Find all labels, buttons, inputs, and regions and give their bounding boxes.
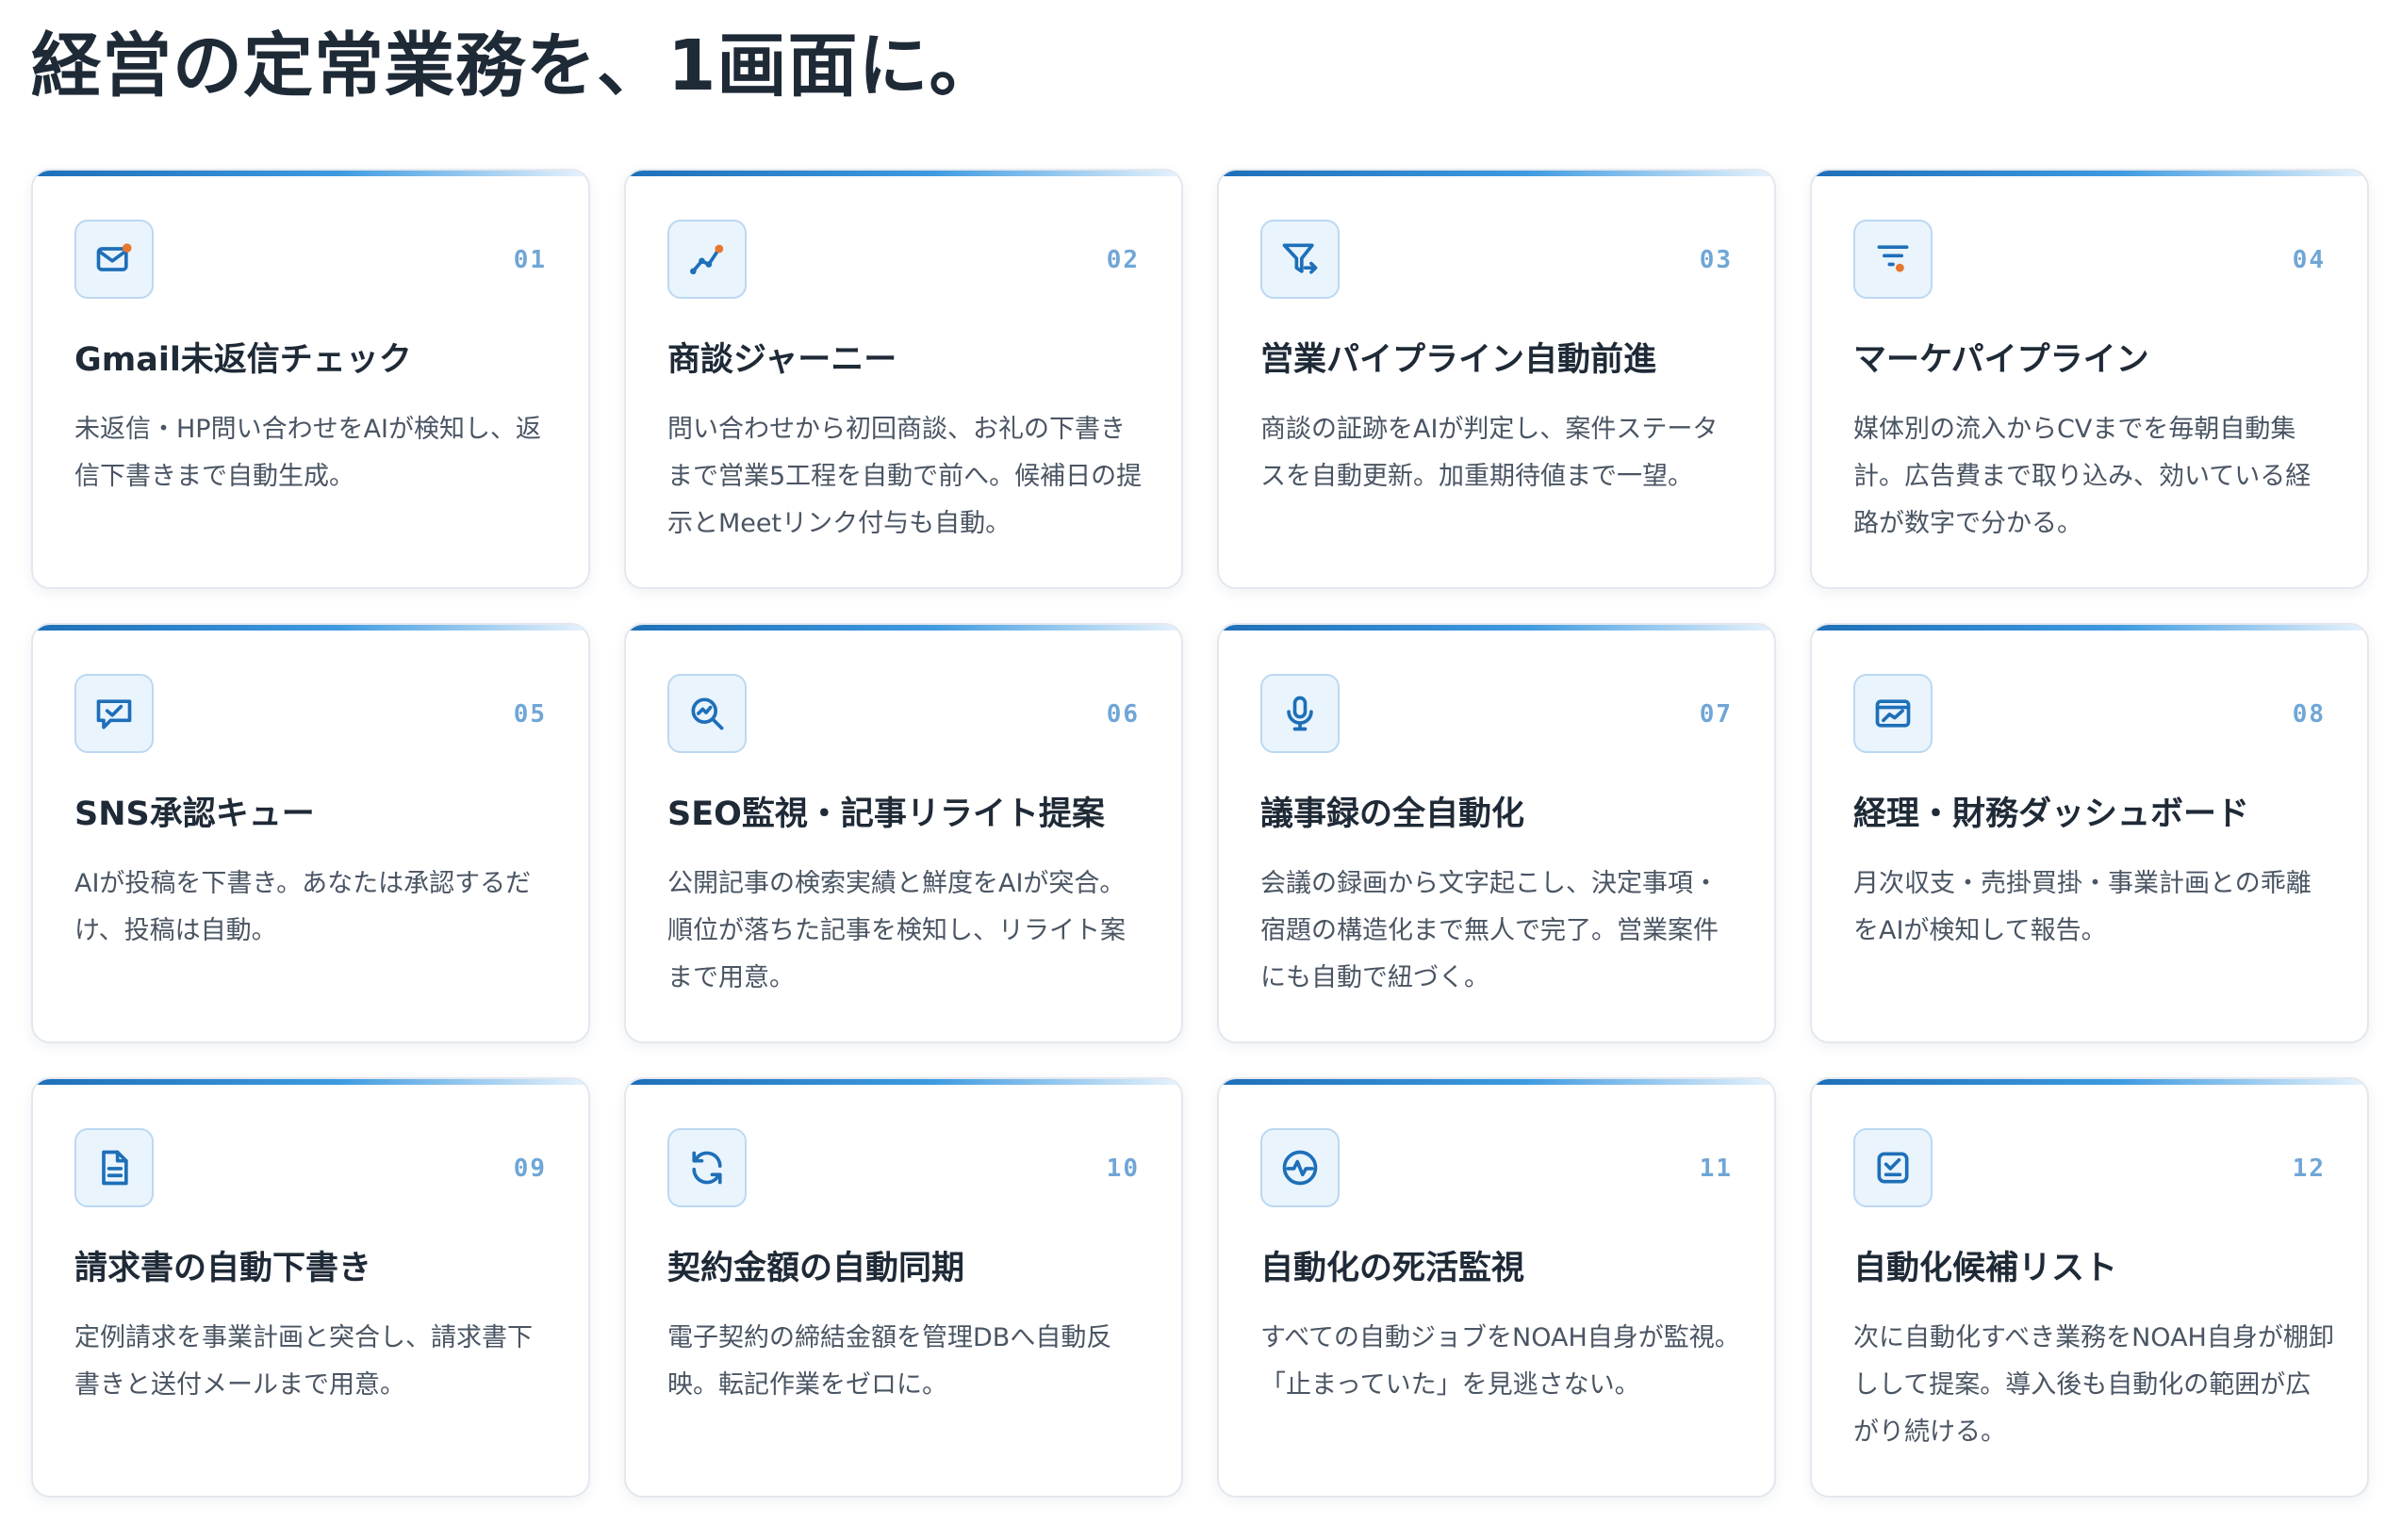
page-title: 経営の定常業務を、1画面に。	[31, 25, 1000, 106]
feature-card: 06 SEO監視・記事リライト提案 公開記事の検索実績と鮮度をAIが突合。順位が…	[624, 623, 1183, 1043]
card-number: 08	[2292, 700, 2326, 729]
card-description: 月次収支・売掛買掛・事業計画との乖離をAIが検知して報告。	[1853, 869, 2312, 945]
feature-card: 05 SNS承認キュー AIが投稿を下書き。あなたは承認するだけ、投稿は自動。	[31, 623, 590, 1043]
card-description: 会議の録画から文字起こし、決定事項・宿題の構造化まで無人で完了。営業案件にも自動…	[1260, 869, 1719, 992]
feature-card: 02 商談ジャーニー 問い合わせから初回商談、お礼の下書きまで営業5工程を自動で…	[624, 169, 1183, 589]
filter-lines-icon	[1872, 238, 1914, 280]
mail-icon	[93, 238, 135, 280]
feature-card: 03 営業パイプライン自動前進 商談の証跡をAIが判定し、案件ステータスを自動更…	[1217, 169, 1776, 589]
card-title: 自動化候補リスト	[1853, 1250, 2118, 1287]
card-number: 04	[2292, 246, 2326, 274]
card-title: SEO監視・記事リライト提案	[667, 795, 1105, 833]
feature-card: 11 自動化の死活監視 すべての自動ジョブをNOAH自身が監視。「止まっていた」…	[1217, 1077, 1776, 1498]
checklist-icon	[1872, 1147, 1914, 1188]
card-accent-bar	[626, 625, 1181, 631]
card-icon-box	[1853, 1128, 1933, 1207]
feature-grid: 01 Gmail未返信チェック 未返信・HP問い合わせをAIが検知し、返信下書き…	[31, 169, 2369, 1498]
feature-card: 01 Gmail未返信チェック 未返信・HP問い合わせをAIが検知し、返信下書き…	[31, 169, 590, 589]
card-title: 請求書の自動下書き	[74, 1250, 372, 1287]
card-accent-bar	[33, 625, 588, 631]
card-icon-box	[74, 220, 154, 299]
card-accent-bar	[626, 1079, 1181, 1085]
card-accent-bar	[1219, 171, 1774, 176]
heartbeat-icon	[1279, 1147, 1321, 1188]
feature-card: 04 マーケパイプライン 媒体別の流入からCVまでを毎朝自動集計。広告費まで取り…	[1810, 169, 2369, 589]
card-number: 07	[1699, 700, 1733, 729]
microphone-icon	[1279, 693, 1321, 734]
card-description: 次に自動化すべき業務をNOAH自身が棚卸しして提案。導入後も自動化の範囲が広がり…	[1853, 1323, 2334, 1447]
card-description: 定例請求を事業計画と突合し、請求書下書きと送付メールまで用意。	[74, 1323, 533, 1400]
card-title: 営業パイプライン自動前進	[1260, 341, 1657, 379]
feature-card: 07 議事録の全自動化 会議の録画から文字起こし、決定事項・宿題の構造化まで無人…	[1217, 623, 1776, 1043]
journey-icon	[686, 238, 728, 280]
card-description: すべての自動ジョブをNOAH自身が監視。「止まっていた」を見逃さない。	[1260, 1323, 1740, 1400]
chart-window-icon	[1872, 693, 1914, 734]
feature-card: 10 契約金額の自動同期 電子契約の締結金額を管理DBへ自動反映。転記作業をゼロ…	[624, 1077, 1183, 1498]
card-number: 02	[1106, 246, 1140, 274]
card-icon-box	[74, 1128, 154, 1207]
card-accent-bar	[1219, 1079, 1774, 1085]
card-title: 議事録の全自動化	[1260, 795, 1525, 833]
search-trend-icon	[686, 693, 728, 734]
card-number: 01	[513, 246, 547, 274]
funnel-icon	[1279, 238, 1321, 280]
card-description: 商談の証跡をAIが判定し、案件ステータスを自動更新。加重期待値まで一望。	[1260, 415, 1719, 491]
card-number: 09	[513, 1155, 547, 1183]
card-description: 問い合わせから初回商談、お礼の下書きまで営業5工程を自動で前へ。候補日の提示とM…	[667, 415, 1143, 538]
card-accent-bar	[1812, 625, 2367, 631]
card-number: 05	[513, 700, 547, 729]
card-description: 媒体別の流入からCVまでを毎朝自動集計。広告費まで取り込み、効いている経路が数字…	[1853, 415, 2312, 538]
document-icon	[93, 1147, 135, 1188]
card-accent-bar	[1812, 171, 2367, 176]
card-number: 12	[2292, 1155, 2326, 1183]
card-title: 自動化の死活監視	[1260, 1250, 1525, 1287]
card-number: 06	[1106, 700, 1140, 729]
card-icon-box	[1853, 220, 1933, 299]
feature-card: 09 請求書の自動下書き 定例請求を事業計画と突合し、請求書下書きと送付メールま…	[31, 1077, 590, 1498]
card-title: Gmail未返信チェック	[74, 341, 412, 379]
sync-icon	[686, 1147, 728, 1188]
card-title: 経理・財務ダッシュボード	[1853, 795, 2250, 833]
card-accent-bar	[33, 171, 588, 176]
card-title: 契約金額の自動同期	[667, 1250, 965, 1287]
card-description: 公開記事の検索実績と鮮度をAIが突合。順位が落ちた記事を検知し、リライト案まで用…	[667, 869, 1126, 992]
chat-check-icon	[93, 693, 135, 734]
card-icon-box	[667, 1128, 747, 1207]
card-icon-box	[1260, 220, 1340, 299]
card-icon-box	[1260, 674, 1340, 753]
card-icon-box	[667, 674, 747, 753]
card-accent-bar	[1219, 625, 1774, 631]
card-description: AIが投稿を下書き。あなたは承認するだけ、投稿は自動。	[74, 869, 532, 945]
card-title: 商談ジャーニー	[667, 341, 897, 379]
card-title: マーケパイプライン	[1853, 341, 2149, 379]
card-icon-box	[667, 220, 747, 299]
card-accent-bar	[33, 1079, 588, 1085]
card-accent-bar	[1812, 1079, 2367, 1085]
card-number: 10	[1106, 1155, 1140, 1183]
card-description: 電子契約の締結金額を管理DBへ自動反映。転記作業をゼロに。	[667, 1323, 1112, 1400]
card-icon-box	[74, 674, 154, 753]
card-icon-box	[1853, 674, 1933, 753]
card-title: SNS承認キュー	[74, 795, 315, 833]
feature-card: 08 経理・財務ダッシュボード 月次収支・売掛買掛・事業計画との乖離をAIが検知…	[1810, 623, 2369, 1043]
feature-card: 12 自動化候補リスト 次に自動化すべき業務をNOAH自身が棚卸しして提案。導入…	[1810, 1077, 2369, 1498]
card-number: 11	[1699, 1155, 1733, 1183]
card-accent-bar	[626, 171, 1181, 176]
page: 経営の定常業務を、1画面に。 01 Gmail未返信チェック 未返信・HP問い合…	[0, 0, 2402, 1540]
card-icon-box	[1260, 1128, 1340, 1207]
card-description: 未返信・HP問い合わせをAIが検知し、返信下書きまで自動生成。	[74, 415, 542, 491]
card-number: 03	[1699, 246, 1733, 274]
